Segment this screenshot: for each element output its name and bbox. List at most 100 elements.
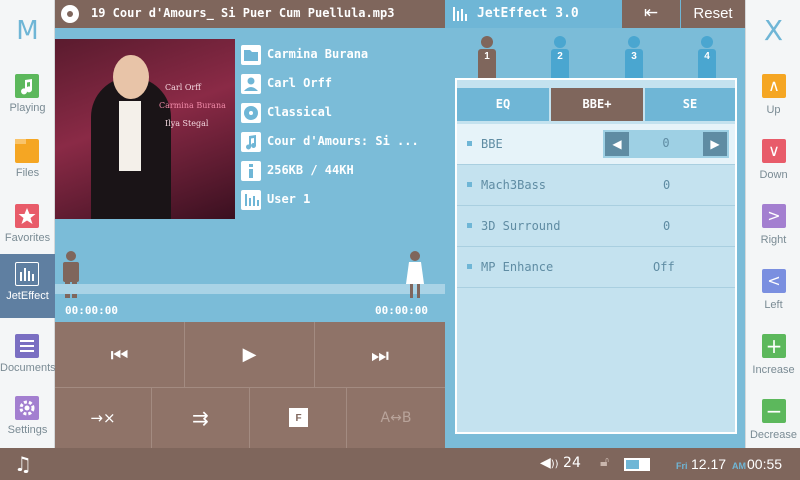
- tab-eq[interactable]: EQ: [457, 88, 549, 121]
- volume-level: 24: [563, 455, 581, 471]
- nav-up-button[interactable]: ∧ Up: [746, 68, 800, 132]
- previous-button[interactable]: ⏮: [55, 322, 185, 388]
- repeat-button[interactable]: →×: [55, 388, 152, 448]
- preset-3-figure[interactable]: 3: [624, 36, 644, 84]
- jeteffect-title: JetEffect 3.0: [477, 6, 579, 21]
- folder-mode-icon: F: [289, 408, 308, 427]
- album-art: Carl Orff Carmina Burana Ilya Stegal: [55, 39, 235, 219]
- sidebar-item-label: Documents: [0, 362, 56, 374]
- music-note-icon: [241, 132, 261, 152]
- play-icon: ▶: [242, 344, 257, 365]
- date: 12.17: [691, 456, 727, 472]
- nav-right-button[interactable]: > Right: [746, 198, 800, 262]
- format-info: 256KB / 44KH: [267, 163, 354, 177]
- person-icon: [241, 74, 261, 94]
- art-performer: Ilya Stegal: [165, 119, 209, 128]
- clock: 00:55: [747, 456, 783, 472]
- equalizer-icon: [15, 262, 39, 286]
- volume-indicator[interactable]: ◀)) 24: [540, 455, 581, 471]
- sidebar-item-playing[interactable]: Playing: [0, 66, 55, 130]
- setting-row-mach3bass[interactable]: Mach3Bass 0: [457, 165, 735, 206]
- shuffle-button[interactable]: ⇉: [152, 388, 250, 448]
- setting-label: BBE: [481, 137, 503, 151]
- folder-mode-button[interactable]: F: [250, 388, 347, 448]
- row-bullet: [467, 141, 472, 146]
- plus-icon: +: [762, 334, 786, 358]
- bbe-value: 0: [662, 136, 670, 150]
- nav-label: Decrease: [749, 429, 798, 441]
- gear-icon: [15, 396, 39, 420]
- bbe-stepper: ◀ 0 ▶: [603, 130, 729, 158]
- sidebar-item-jeteffect[interactable]: JetEffect: [0, 254, 55, 318]
- sidebar-item-files[interactable]: Files: [0, 131, 55, 195]
- preset-number: 1: [484, 51, 490, 62]
- art-face: [113, 55, 149, 99]
- cd-icon: [241, 103, 261, 123]
- figure-head: [628, 36, 640, 48]
- preset-1-figure[interactable]: 1: [477, 36, 497, 84]
- decrease-button[interactable]: ◀: [605, 132, 629, 156]
- sidebar-item-favorites[interactable]: Favorites: [0, 196, 55, 260]
- total-time: 00:00:00: [375, 304, 428, 317]
- sidebar-item-label: Favorites: [4, 232, 51, 244]
- info-icon: [241, 161, 261, 181]
- equalizer-icon: [453, 7, 467, 21]
- reset-button[interactable]: Reset: [681, 0, 745, 28]
- speaker-icon: ◀: [540, 455, 551, 471]
- right-sidebar: X ∧ Up ∨ Down > Right < Left + Increase …: [745, 0, 800, 448]
- setting-row-bbe[interactable]: BBE ◀ 0 ▶: [457, 124, 735, 165]
- ab-repeat-button[interactable]: A↔B: [347, 388, 445, 448]
- sidebar-item-settings[interactable]: Settings: [0, 388, 55, 452]
- left-sidebar: M Playing Files Favorites JetEffect Docu…: [0, 0, 56, 448]
- play-button[interactable]: ▶: [185, 322, 315, 388]
- tab-bbe-plus[interactable]: BBE+: [551, 88, 643, 121]
- music-note-icon: [15, 74, 39, 98]
- ab-repeat-icon: A↔B: [380, 410, 412, 426]
- battery-icon: [624, 458, 650, 471]
- album-name: Carmina Burana: [267, 47, 369, 61]
- sidebar-item-label: Files: [15, 167, 40, 179]
- back-icon: ⇤: [643, 3, 659, 23]
- artist-name: Carl Orff: [267, 76, 333, 90]
- row-bullet: [467, 223, 472, 228]
- back-button[interactable]: ⇤: [622, 0, 680, 28]
- arrow-up-icon: ∧: [762, 74, 786, 98]
- jeteffect-panel: 1 2 3 4 EQ BBE+ SE BBE ◀ 0 ▶ Mach3Bass 0…: [445, 28, 745, 448]
- close-button[interactable]: X: [746, 14, 800, 47]
- file-name: 19 Cour d'Amours_ Si Puer Cum Puellula.m…: [91, 6, 395, 20]
- music-note-icon[interactable]: ♫: [14, 452, 32, 476]
- nav-increase-button[interactable]: + Increase: [746, 328, 800, 392]
- jeteffect-header: JetEffect 3.0 ⇤ Reset: [445, 0, 745, 28]
- player-panel: Carl Orff Carmina Burana Ilya Stegal Car…: [55, 28, 445, 322]
- triangle-left-icon: ◀: [612, 137, 622, 151]
- setting-value: 0: [663, 178, 671, 192]
- art-shirt: [119, 101, 141, 171]
- preset-4-figure[interactable]: 4: [697, 36, 717, 84]
- sidebar-item-label: Playing: [9, 102, 46, 114]
- sidebar-item-documents[interactable]: Documents: [0, 326, 56, 390]
- setting-row-3d-surround[interactable]: 3D Surround 0: [457, 206, 735, 247]
- menu-logo[interactable]: M: [0, 16, 55, 46]
- progress-track[interactable]: [55, 284, 445, 294]
- setting-label: MP Enhance: [481, 260, 554, 274]
- disc-icon: [61, 5, 79, 23]
- lock-icon[interactable]: 🔓︎: [600, 454, 609, 470]
- nav-label: Up: [766, 104, 781, 116]
- art-composer: Carl Orff: [165, 83, 201, 92]
- folder-icon: [241, 45, 261, 65]
- next-button[interactable]: ⏭: [315, 322, 445, 388]
- volume-waves-icon: )): [550, 459, 559, 470]
- setting-row-mp-enhance[interactable]: MP Enhance Off: [457, 247, 735, 288]
- nav-left-button[interactable]: < Left: [746, 263, 800, 327]
- increase-button[interactable]: ▶: [703, 132, 727, 156]
- tab-se[interactable]: SE: [645, 88, 735, 121]
- nav-down-button[interactable]: ∨ Down: [746, 133, 800, 197]
- triangle-right-icon: ▶: [710, 137, 720, 151]
- preset-2-figure[interactable]: 2: [550, 36, 570, 84]
- arrow-left-icon: <: [762, 269, 786, 293]
- eq-preset: User 1: [267, 192, 311, 206]
- equalizer-icon: [241, 190, 261, 210]
- nav-label: Right: [760, 234, 787, 246]
- arrow-down-icon: ∨: [762, 139, 786, 163]
- battery-fill: [626, 460, 639, 469]
